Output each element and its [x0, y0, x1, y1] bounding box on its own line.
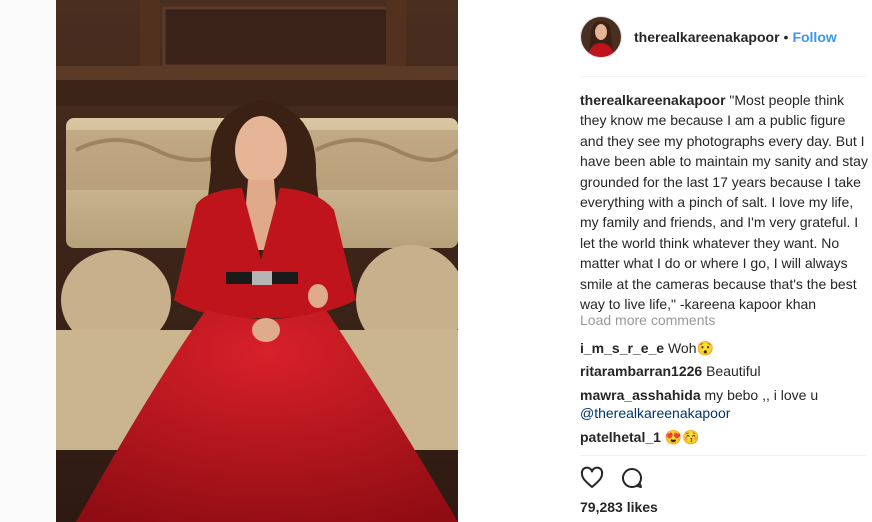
- comment-text: Beautiful: [702, 363, 761, 379]
- post-username[interactable]: therealkareenakapoor: [634, 29, 780, 45]
- separator-dot: •: [783, 29, 789, 45]
- header-divider: [580, 76, 866, 77]
- load-more-comments-link[interactable]: Load more comments: [580, 312, 715, 328]
- follow-button[interactable]: Follow: [792, 29, 836, 45]
- avatar[interactable]: [580, 16, 622, 58]
- comment-username[interactable]: mawra_asshahida: [580, 387, 701, 403]
- post-photo[interactable]: [56, 0, 458, 522]
- caption-username[interactable]: therealkareenakapoor: [580, 92, 726, 108]
- comment-bubble-icon[interactable]: [620, 466, 644, 490]
- heart-icon[interactable]: [580, 466, 604, 490]
- post-header: therealkareenakapoor • Follow: [580, 16, 837, 58]
- comment-username[interactable]: i_m_s_r_e_e: [580, 340, 664, 356]
- comment-mention-link[interactable]: @therealkareenakapoor: [580, 405, 730, 421]
- comment: i_m_s_r_e_e Woh😯: [580, 339, 866, 357]
- comments-divider: [580, 455, 866, 456]
- comment-text: my bebo ,, i love u: [700, 387, 819, 403]
- caption-text: "Most people think they know me because …: [580, 92, 868, 313]
- likes-count[interactable]: 79,283 likes: [580, 499, 658, 515]
- comment-text: Woh😯: [664, 340, 714, 356]
- comment: ritarambarran1226 Beautiful: [580, 362, 866, 380]
- post-side-panel: therealkareenakapoor • Follow therealkar…: [566, 0, 872, 522]
- avatar-image: [581, 17, 621, 57]
- comment-username[interactable]: ritarambarran1226: [580, 363, 702, 379]
- post-actions: [580, 466, 660, 490]
- comment-text: 😍😚: [660, 429, 700, 445]
- post-caption: therealkareenakapoor "Most people think …: [580, 90, 870, 314]
- portrait-image: [56, 0, 458, 522]
- comment: patelhetal_1 😍😚: [580, 428, 866, 446]
- page-background-left: [0, 0, 56, 522]
- comment-username[interactable]: patelhetal_1: [580, 429, 661, 445]
- comment: mawra_asshahida my bebo ,, i love u @the…: [580, 386, 866, 422]
